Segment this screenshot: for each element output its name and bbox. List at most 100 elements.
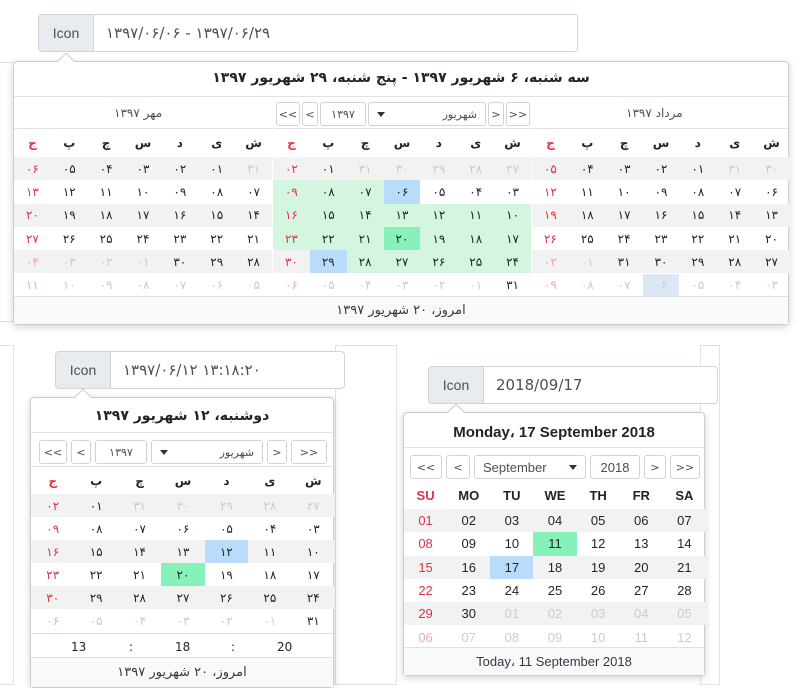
day-cell[interactable]: ۱۷ xyxy=(494,226,531,251)
day-cell[interactable]: ۰۲ xyxy=(273,157,310,180)
day-cell[interactable]: ۰۸ xyxy=(309,180,347,204)
day-cell[interactable]: ۱۱ xyxy=(14,274,51,297)
month-select[interactable]: شهریور xyxy=(151,440,263,464)
day-cell[interactable]: ۲۳ xyxy=(31,563,74,586)
day-cell[interactable]: ۲۸ xyxy=(346,250,384,274)
day-cell[interactable]: ۰۱ xyxy=(125,250,162,273)
day-cell[interactable]: ۰۴ xyxy=(347,274,384,297)
day-cell[interactable]: ۰۹ xyxy=(31,517,74,540)
day-cell[interactable]: ۱۶ xyxy=(161,204,198,227)
day-cell[interactable]: ۰۴ xyxy=(569,157,606,180)
day-cell[interactable]: ۰۳ xyxy=(753,274,790,297)
calendar-icon-button[interactable]: Icon xyxy=(38,14,94,52)
day-cell[interactable]: ۱۸ xyxy=(248,563,291,586)
next-month-button[interactable]: > xyxy=(644,455,666,479)
day-cell[interactable]: ۲۵ xyxy=(569,227,606,250)
day-cell[interactable]: ۰۱ xyxy=(457,274,494,297)
day-cell[interactable]: 26 xyxy=(577,579,620,602)
month-select[interactable]: September xyxy=(474,455,586,479)
day-cell[interactable]: ۲۸ xyxy=(118,586,161,609)
day-cell[interactable]: ۰۹ xyxy=(643,180,680,203)
day-cell[interactable]: ۱۳ xyxy=(161,540,204,563)
day-cell[interactable]: ۱۰ xyxy=(51,274,88,297)
day-cell[interactable]: 12 xyxy=(663,626,706,649)
day-cell[interactable]: 11 xyxy=(533,532,577,556)
day-cell[interactable]: ۰۸ xyxy=(679,180,716,203)
day-cell[interactable]: 07 xyxy=(663,509,706,532)
day-cell[interactable]: ۰۲ xyxy=(161,157,198,180)
day-cell[interactable]: ۳۰ xyxy=(384,157,421,180)
day-cell[interactable]: ۰۴ xyxy=(14,250,51,273)
day-cell[interactable]: ۰۳ xyxy=(494,180,531,203)
gregorian-date-input[interactable]: 2018/09/17 xyxy=(484,366,718,404)
day-cell[interactable]: ۰۱ xyxy=(569,250,606,273)
day-cell[interactable]: ۱۷ xyxy=(292,563,335,586)
day-cell[interactable]: 19 xyxy=(577,556,620,579)
day-cell[interactable]: ۲۸ xyxy=(716,250,753,273)
prev-month-button[interactable]: > xyxy=(267,440,287,464)
day-cell[interactable]: 21 xyxy=(663,556,706,579)
day-cell[interactable]: ۳۱ xyxy=(606,250,643,273)
day-cell[interactable]: ۲۵ xyxy=(457,250,495,274)
year-select[interactable]: ۱۳۹۷ xyxy=(95,440,147,464)
day-cell[interactable]: ۰۵ xyxy=(235,274,272,297)
day-cell[interactable]: ۱۲ xyxy=(532,180,569,203)
day-cell[interactable]: ۲۴ xyxy=(125,227,162,250)
day-cell[interactable]: ۲۲ xyxy=(309,226,347,251)
prev-year-button[interactable]: >> xyxy=(506,102,530,126)
day-cell[interactable]: 05 xyxy=(577,509,620,532)
day-cell[interactable]: 23 xyxy=(447,579,490,602)
day-cell[interactable]: ۰۳ xyxy=(292,517,335,540)
today-footer[interactable]: Today، 11 September 2018 xyxy=(404,647,704,675)
day-cell[interactable]: ۰۳ xyxy=(161,609,204,632)
day-cell[interactable]: ۰۵ xyxy=(51,157,88,180)
day-cell[interactable]: 07 xyxy=(447,626,490,649)
day-cell[interactable]: 20 xyxy=(620,556,663,579)
day-cell[interactable]: ۰۸ xyxy=(74,517,117,540)
day-cell[interactable]: ۰۵ xyxy=(679,274,716,297)
day-cell[interactable]: ۰۱ xyxy=(679,157,716,180)
day-cell[interactable]: ۲۶ xyxy=(51,227,88,250)
day-cell[interactable]: ۰۶ xyxy=(198,274,235,297)
day-cell[interactable]: ۱۸ xyxy=(88,204,125,227)
day-cell[interactable]: ۲۶ xyxy=(205,586,248,609)
day-cell[interactable]: ۲۳ xyxy=(161,227,198,250)
day-cell[interactable]: 02 xyxy=(533,602,576,625)
day-cell[interactable]: 09 xyxy=(447,532,490,555)
day-cell[interactable]: 18 xyxy=(533,556,576,579)
day-cell[interactable]: ۱۹ xyxy=(51,204,88,227)
day-cell[interactable]: 04 xyxy=(533,509,576,532)
day-cell[interactable]: 28 xyxy=(663,579,706,602)
day-cell[interactable]: ۳۱ xyxy=(118,494,161,517)
prev-year-button[interactable]: >> xyxy=(291,440,327,464)
day-cell[interactable]: ۱۷ xyxy=(606,204,643,227)
datetime-input[interactable]: ۱۳۹۷/۰۶/۱۲ ۱۳:۱۸:۲۰ xyxy=(111,351,345,389)
day-cell[interactable]: ۳۱ xyxy=(494,274,531,297)
day-cell[interactable]: 22 xyxy=(404,579,447,602)
day-cell[interactable]: ۲۱ xyxy=(235,227,272,250)
day-cell[interactable]: 10 xyxy=(577,626,620,649)
day-cell[interactable]: ۰۳ xyxy=(125,157,162,180)
day-cell[interactable]: ۲۷ xyxy=(383,250,421,274)
day-cell[interactable]: ۰۹ xyxy=(161,180,198,203)
minute-value[interactable]: 18 xyxy=(175,640,190,654)
day-cell[interactable]: ۰۶ xyxy=(31,609,74,632)
day-cell[interactable]: ۰۵ xyxy=(532,157,569,180)
day-cell[interactable]: 03 xyxy=(577,602,620,625)
day-cell[interactable]: ۱۲ xyxy=(51,180,88,203)
day-cell[interactable]: 08 xyxy=(490,626,533,649)
day-cell[interactable]: ۱۹ xyxy=(205,563,248,586)
day-cell[interactable]: ۱۳ xyxy=(753,204,790,227)
day-cell[interactable]: ۰۴ xyxy=(248,517,291,540)
day-cell[interactable]: ۰۱ xyxy=(310,157,347,180)
day-cell[interactable]: ۰۲ xyxy=(532,250,569,273)
day-cell[interactable]: 14 xyxy=(663,532,706,555)
day-cell[interactable]: 10 xyxy=(490,532,533,555)
day-cell[interactable]: ۱۵ xyxy=(679,204,716,227)
hour-value[interactable]: 13 xyxy=(71,640,86,654)
day-cell[interactable]: ۳۰ xyxy=(753,157,790,180)
day-cell[interactable]: 13 xyxy=(620,532,663,555)
day-cell[interactable]: 29 xyxy=(404,602,447,625)
day-cell[interactable]: ۰۷ xyxy=(716,180,753,203)
day-cell[interactable]: ۳۱ xyxy=(347,157,384,180)
